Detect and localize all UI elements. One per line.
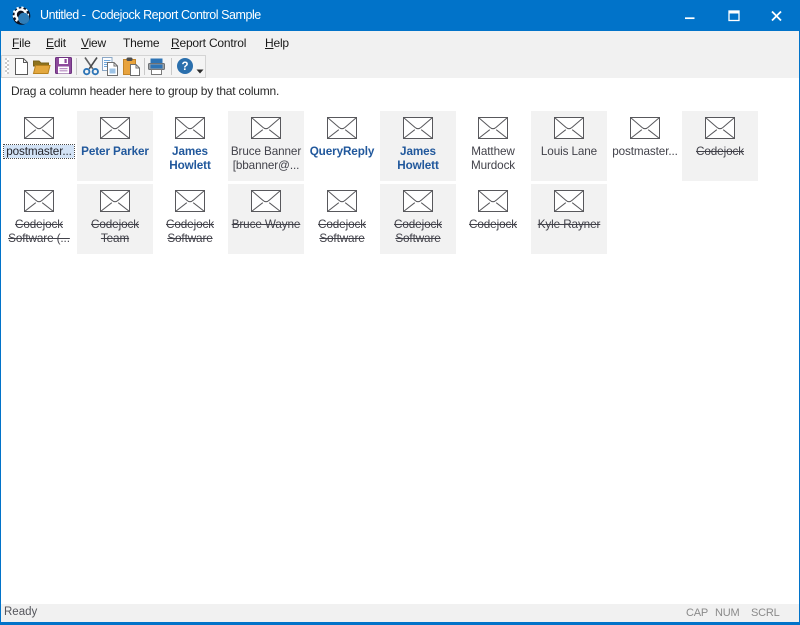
svg-text:?: ? <box>181 61 188 73</box>
